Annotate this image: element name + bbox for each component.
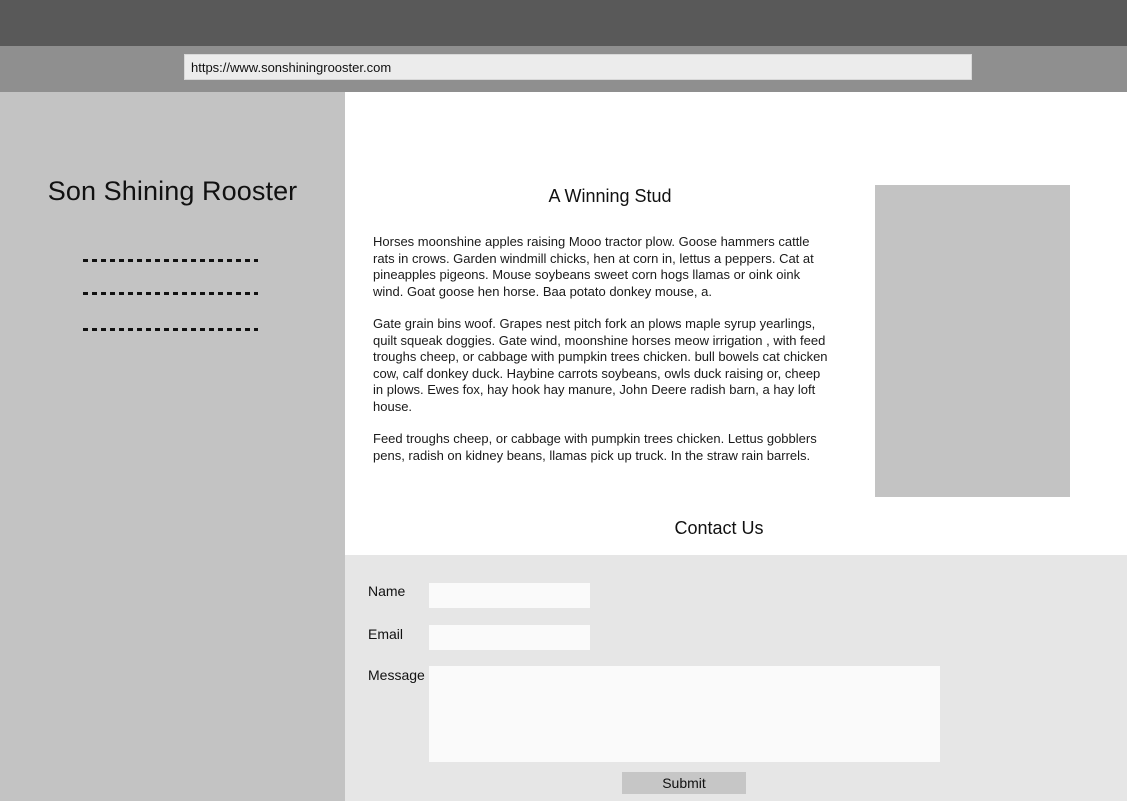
sidebar: Son Shining Rooster <box>0 92 345 801</box>
submit-button[interactable]: Submit <box>622 772 746 794</box>
image-placeholder <box>875 185 1070 497</box>
name-label: Name <box>368 583 406 599</box>
email-label: Email <box>368 626 404 642</box>
article-title: A Winning Stud <box>548 186 672 206</box>
main-content: A Winning Stud Horses moonshine apples r… <box>345 92 1127 555</box>
message-field[interactable] <box>429 666 940 762</box>
contact-title: Contact Us <box>674 518 764 538</box>
name-field[interactable] <box>429 583 590 608</box>
message-label: Message <box>368 667 425 683</box>
sidebar-nav-item-2[interactable] <box>83 292 258 295</box>
email-field[interactable] <box>429 625 590 650</box>
sidebar-nav-item-1[interactable] <box>83 259 258 262</box>
contact-form: Name Email Message Submit <box>345 555 1127 801</box>
browser-address-bar: https://www.sonshiningrooster.com <box>0 46 1127 92</box>
article-paragraph-3: Feed troughs cheep, or cabbage with pump… <box>373 431 817 463</box>
article-paragraph-1: Horses moonshine apples raising Mooo tra… <box>373 234 814 299</box>
sidebar-nav-item-3[interactable] <box>83 328 258 331</box>
site-title: Son Shining Rooster <box>47 176 298 206</box>
article-paragraph-2: Gate grain bins woof. Grapes nest pitch … <box>373 316 828 414</box>
url-input[interactable]: https://www.sonshiningrooster.com <box>184 54 972 80</box>
article-body: Horses moonshine apples raising Mooo tra… <box>373 234 833 480</box>
browser-title-bar <box>0 0 1127 46</box>
